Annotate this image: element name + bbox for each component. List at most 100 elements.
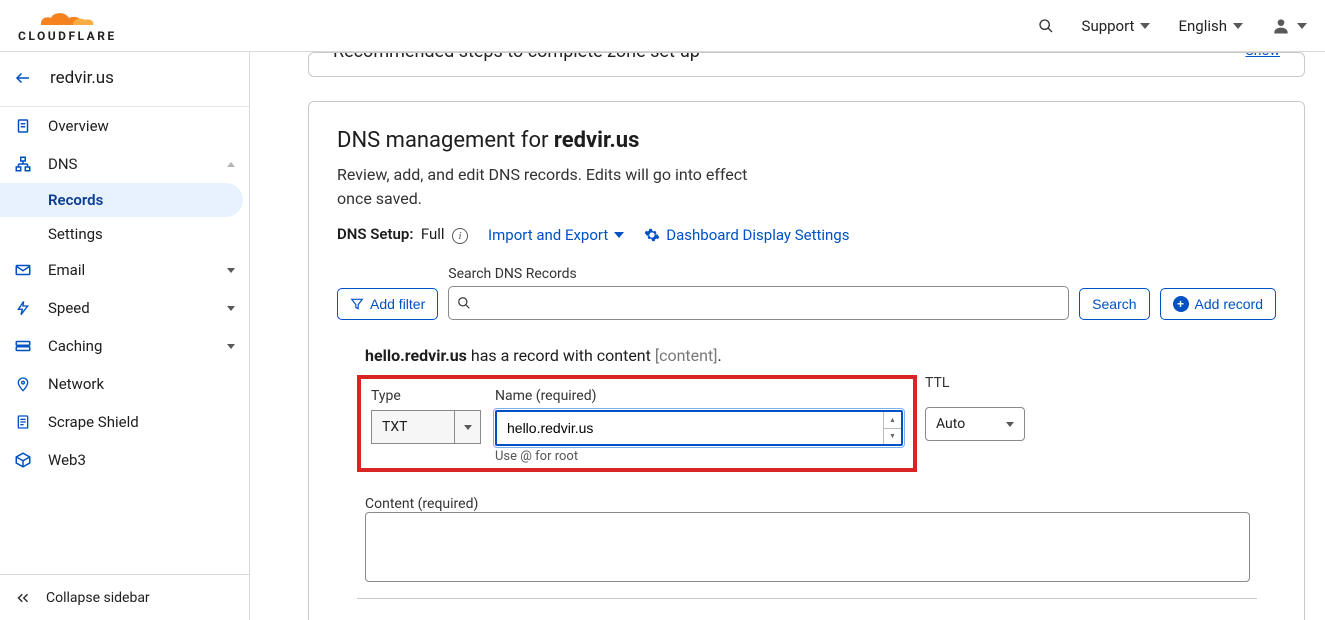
type-value: TXT <box>372 419 454 435</box>
display-settings-link[interactable]: Dashboard Display Settings <box>644 226 849 244</box>
spin-up-icon[interactable]: ▲ <box>884 412 901 429</box>
dns-setup-value: Full <box>421 225 445 243</box>
sidebar-item-overview[interactable]: Overview <box>0 107 249 145</box>
chevron-down-icon <box>227 306 235 311</box>
sidebar-item-speed[interactable]: Speed <box>0 289 249 327</box>
support-label: Support <box>1082 17 1135 35</box>
dns-management-panel: DNS management for redvir.us Review, add… <box>308 101 1305 620</box>
show-link[interactable]: Show <box>1245 52 1280 59</box>
bolt-icon <box>14 299 32 317</box>
sidebar-subitem-settings[interactable]: Settings <box>0 217 249 251</box>
top-bar: CLOUDFLARE Support English <box>0 0 1325 52</box>
arrow-left-icon <box>14 69 32 87</box>
user-icon <box>1271 16 1291 36</box>
sidebar: redvir.us Overview DNS Records Settings … <box>0 52 250 620</box>
chevron-down-icon <box>227 268 235 273</box>
pin-icon <box>14 375 32 393</box>
spinner-buttons[interactable]: ▲▼ <box>883 412 901 444</box>
ttl-label: TTL <box>925 375 1025 391</box>
search-input-wrap[interactable] <box>448 286 1069 320</box>
user-menu[interactable] <box>1271 16 1307 36</box>
name-input[interactable] <box>497 420 883 436</box>
brand-wordmark: CLOUDFLARE <box>18 29 117 43</box>
add-filter-button[interactable]: Add filter <box>337 288 438 320</box>
chevron-down-icon <box>464 425 472 430</box>
record-mid: has a record with content <box>467 346 655 365</box>
sidebar-item-label: DNS <box>48 155 211 173</box>
import-export-link[interactable]: Import and Export <box>488 226 624 244</box>
collapse-label: Collapse sidebar <box>46 590 150 606</box>
button-label: Search <box>1092 296 1136 312</box>
sidebar-item-label: Settings <box>48 225 103 243</box>
name-hint: Use @ for root <box>495 449 903 464</box>
plus-icon: + <box>1173 296 1189 312</box>
sidebar-item-network[interactable]: Network <box>0 365 249 403</box>
content-textarea[interactable] <box>365 512 1250 582</box>
record-placeholder: [content] <box>655 346 718 365</box>
sidebar-item-label: Email <box>48 261 211 279</box>
search-icon <box>457 296 471 310</box>
recommended-steps-card: Recommended steps to complete zone set-u… <box>308 52 1305 77</box>
sidebar-item-label: Network <box>48 375 235 393</box>
link-label: Import and Export <box>488 226 608 244</box>
cloudflare-icon <box>39 9 95 29</box>
sidebar-item-label: Overview <box>48 117 235 135</box>
info-icon[interactable]: i <box>452 228 468 244</box>
search-icon[interactable] <box>1038 18 1054 34</box>
sidebar-item-caching[interactable]: Caching <box>0 327 249 365</box>
document-icon <box>14 413 32 431</box>
chevron-down-icon <box>1233 23 1243 29</box>
type-label: Type <box>371 388 481 404</box>
panel-title: DNS management for redvir.us <box>337 128 1276 153</box>
search-button[interactable]: Search <box>1079 288 1149 320</box>
record-summary: hello.redvir.us has a record with conten… <box>365 346 1276 365</box>
ttl-select[interactable]: Auto <box>925 407 1025 441</box>
support-menu[interactable]: Support <box>1082 17 1151 35</box>
search-input[interactable] <box>477 295 1060 311</box>
highlighted-fields: Type TXT Name (required) ▲▼ <box>357 375 917 472</box>
title-prefix: DNS management for <box>337 128 554 153</box>
chevron-down-icon <box>1297 23 1307 29</box>
zone-name: redvir.us <box>50 68 114 88</box>
sidebar-item-label: Caching <box>48 337 211 355</box>
chevron-down-icon <box>227 344 235 349</box>
sidebar-item-label: Records <box>48 191 103 209</box>
dropdown-button[interactable] <box>454 411 480 443</box>
divider <box>357 598 1257 599</box>
language-menu[interactable]: English <box>1178 17 1243 35</box>
chevron-down-icon <box>1006 422 1014 427</box>
button-label: Add filter <box>370 296 425 312</box>
sidebar-item-scrape-shield[interactable]: Scrape Shield <box>0 403 249 441</box>
name-input-wrap[interactable]: ▲▼ <box>495 410 903 446</box>
type-select[interactable]: TXT <box>371 410 481 444</box>
name-label: Name (required) <box>495 388 903 404</box>
hierarchy-icon <box>14 155 32 173</box>
sidebar-item-dns[interactable]: DNS <box>0 145 249 183</box>
brand-logo[interactable]: CLOUDFLARE <box>18 9 117 43</box>
gear-icon <box>644 227 660 243</box>
sidebar-item-web3[interactable]: Web3 <box>0 441 249 479</box>
sidebar-item-label: Scrape Shield <box>48 413 235 431</box>
ttl-value: Auto <box>936 416 965 432</box>
sidebar-item-email[interactable]: Email <box>0 251 249 289</box>
link-label: Dashboard Display Settings <box>666 226 849 244</box>
record-dot: . <box>717 346 721 365</box>
drive-icon <box>14 337 32 355</box>
collapse-sidebar-button[interactable]: Collapse sidebar <box>0 574 249 620</box>
main-content: Recommended steps to complete zone set-u… <box>250 52 1325 620</box>
content-label: Content (required) <box>365 496 478 512</box>
record-host: hello.redvir.us <box>365 346 467 365</box>
recommended-title: Recommended steps to complete zone set-u… <box>333 52 1280 62</box>
chevrons-left-icon <box>14 589 32 607</box>
title-domain: redvir.us <box>554 128 639 153</box>
spin-down-icon[interactable]: ▼ <box>884 429 901 445</box>
language-label: English <box>1178 17 1227 35</box>
add-record-button[interactable]: + Add record <box>1160 288 1276 320</box>
back-to-zones[interactable]: redvir.us <box>0 52 249 107</box>
filter-icon <box>350 297 364 311</box>
chevron-down-icon <box>614 232 624 238</box>
clipboard-icon <box>14 117 32 135</box>
panel-description: Review, add, and edit DNS records. Edits… <box>337 163 767 211</box>
sidebar-subitem-records[interactable]: Records <box>0 183 243 217</box>
search-label: Search DNS Records <box>448 266 1069 282</box>
